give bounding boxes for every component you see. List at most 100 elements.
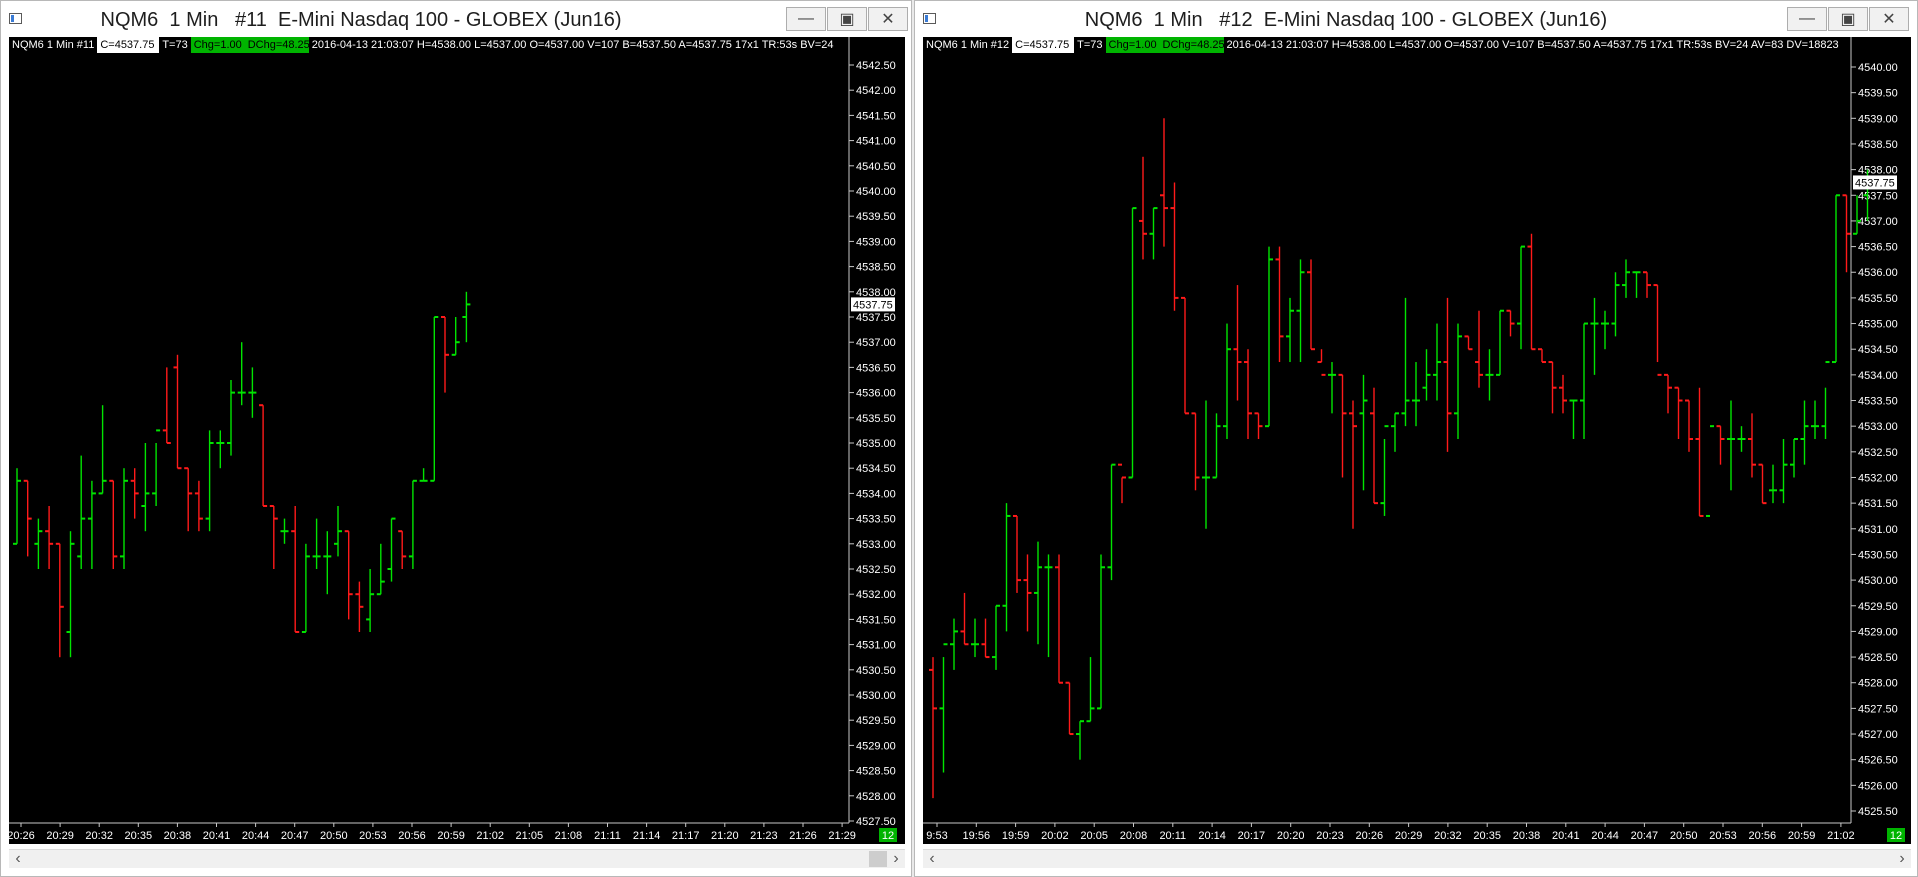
ohlc-bar — [323, 531, 332, 595]
minimize-button[interactable]: — — [1787, 7, 1827, 31]
y-tick-label: 4539.50 — [856, 211, 896, 223]
ohlc-bar — [334, 506, 342, 557]
y-tick-label: 4529.00 — [856, 740, 896, 752]
x-tick-label: 21:02 — [1827, 830, 1855, 842]
close-icon: ✕ — [881, 11, 895, 28]
ohlc-bar — [1391, 412, 1399, 452]
horizontal-scrollbar[interactable]: ‹ › — [923, 849, 1911, 868]
plot-area — [923, 65, 1851, 813]
y-tick-label: 4535.50 — [856, 413, 896, 425]
close-button[interactable]: ✕ — [868, 7, 908, 31]
ohlc-bar — [1076, 720, 1084, 760]
ohlc-bar — [1695, 387, 1704, 517]
ohlc-bar — [1223, 323, 1231, 439]
ohlc-bar — [355, 581, 364, 632]
ohlc-bar — [1349, 400, 1357, 529]
ohlc-bar — [1370, 387, 1378, 505]
price-chart[interactable]: NQM6 1 Min #12 C=4537.75 T=73 Chg=1.00 D… — [923, 37, 1911, 844]
y-tick-label: 4535.50 — [1858, 293, 1898, 305]
x-tick-label: 21:11 — [594, 830, 621, 842]
ohlc-bar — [162, 367, 171, 444]
chart-window-12[interactable]: NQM6 1 Min #12 E-Mini Nasdaq 100 - GLOBE… — [914, 0, 1918, 877]
y-tick-label: 4536.50 — [1858, 242, 1898, 254]
y-tick-label: 4536.50 — [856, 362, 896, 374]
price-chart[interactable]: NQM6 1 Min #11 C=4537.75 T=73 Chg=1.00 D… — [9, 37, 905, 844]
ohlc-bar — [398, 530, 407, 569]
x-tick-label: 20:32 — [85, 830, 113, 842]
x-tick-label: 20:44 — [242, 830, 270, 842]
ohlc-bar — [344, 530, 353, 620]
maximize-button[interactable]: ▣ — [1828, 7, 1868, 31]
x-tick-label: 19:56 — [963, 830, 991, 842]
ohlc-bar — [1212, 413, 1221, 479]
y-tick-label: 4527.50 — [856, 816, 896, 828]
ohlc-bar — [1716, 425, 1725, 465]
x-tick-label: 20:59 — [437, 830, 465, 842]
chart-window-11[interactable]: NQM6 1 Min #11 E-Mini Nasdaq 100 - GLOBE… — [0, 0, 912, 877]
y-tick-label: 4527.50 — [1858, 703, 1898, 715]
maximize-button[interactable]: ▣ — [827, 7, 867, 31]
scroll-left-icon[interactable]: ‹ — [9, 850, 27, 868]
ohlc-bar — [1769, 464, 1777, 504]
ohlc-bar — [1506, 309, 1515, 337]
ohlc-bar — [1559, 374, 1567, 414]
ohlc-bar — [1422, 349, 1431, 401]
y-tick-label: 4532.00 — [1858, 472, 1898, 484]
chart-canvas[interactable]: 4540.004539.504539.004538.504538.004537.… — [923, 37, 1911, 844]
x-tick-label: 20:20 — [1277, 830, 1305, 842]
scroll-right-icon[interactable]: › — [887, 850, 905, 868]
ohlc-bar — [1443, 297, 1452, 452]
x-tick-label: 20:14 — [1198, 830, 1226, 842]
bar-count-badge: 12 — [882, 830, 894, 842]
scroll-left-icon[interactable]: ‹ — [923, 850, 941, 868]
ohlc-bar — [408, 479, 417, 569]
ohlc-bar — [1485, 349, 1494, 401]
y-tick-label: 4541.00 — [856, 136, 896, 148]
ohlc-bar — [1338, 373, 1347, 478]
scroll-thumb[interactable] — [869, 851, 887, 867]
ohlc-bar — [462, 291, 471, 343]
ohlc-bar — [1611, 272, 1620, 337]
ohlc-bar — [1170, 182, 1179, 311]
ohlc-bar — [1737, 426, 1746, 452]
minimize-button[interactable]: — — [786, 7, 826, 31]
ohlc-bar — [1674, 386, 1683, 439]
ohlc-bar — [1296, 259, 1305, 363]
ohlc-bar — [1811, 400, 1819, 439]
ohlc-bar — [237, 342, 246, 406]
ohlc-bar — [376, 543, 385, 596]
y-tick-label: 4533.50 — [1858, 396, 1898, 408]
ohlc-bar — [1527, 233, 1536, 351]
minimize-icon: — — [1799, 10, 1815, 27]
ohlc-bar — [1464, 335, 1473, 351]
x-tick-label: 20:53 — [359, 830, 387, 842]
y-tick-label: 4525.50 — [1858, 806, 1898, 818]
x-tick-label: 20:02 — [1041, 830, 1069, 842]
ohlc-bar — [55, 542, 64, 658]
x-tick-label: 20:59 — [1788, 830, 1816, 842]
ohlc-bar — [205, 430, 214, 532]
chart-canvas[interactable]: 4542.50 4542.00 4541.50 4541.00 4540.50 4540.… — [9, 37, 905, 844]
ohlc-bar — [291, 506, 300, 633]
ohlc-bar — [194, 480, 203, 532]
ohlc-bar — [1034, 541, 1042, 645]
y-tick-label: 4528.50 — [856, 766, 896, 778]
y-tick-label: 4529.00 — [1858, 626, 1898, 638]
y-tick-label: 4532.00 — [856, 589, 896, 601]
ohlc-bar — [1097, 554, 1105, 710]
ohlc-bar — [34, 518, 43, 569]
title-bar[interactable]: NQM6 1 Min #12 E-Mini Nasdaq 100 - GLOBE… — [915, 1, 1917, 37]
title-bar[interactable]: NQM6 1 Min #11 E-Mini Nasdaq 100 - GLOBE… — [1, 1, 911, 37]
y-tick-label: 4542.00 — [856, 85, 896, 97]
x-tick-label: 20:38 — [164, 830, 192, 842]
y-tick-label: 4540.00 — [856, 186, 896, 198]
scroll-right-icon[interactable]: › — [1893, 850, 1911, 868]
ohlc-bar — [1433, 323, 1441, 401]
y-tick-label: 4540.00 — [1858, 62, 1898, 74]
y-tick-label: 4534.50 — [856, 463, 896, 475]
ohlc-bar — [98, 405, 107, 495]
y-tick-label: 4531.00 — [856, 640, 896, 652]
close-button[interactable]: ✕ — [1869, 7, 1909, 31]
x-tick-label: 21:14 — [633, 830, 661, 842]
horizontal-scrollbar[interactable]: ‹ › — [9, 849, 905, 868]
